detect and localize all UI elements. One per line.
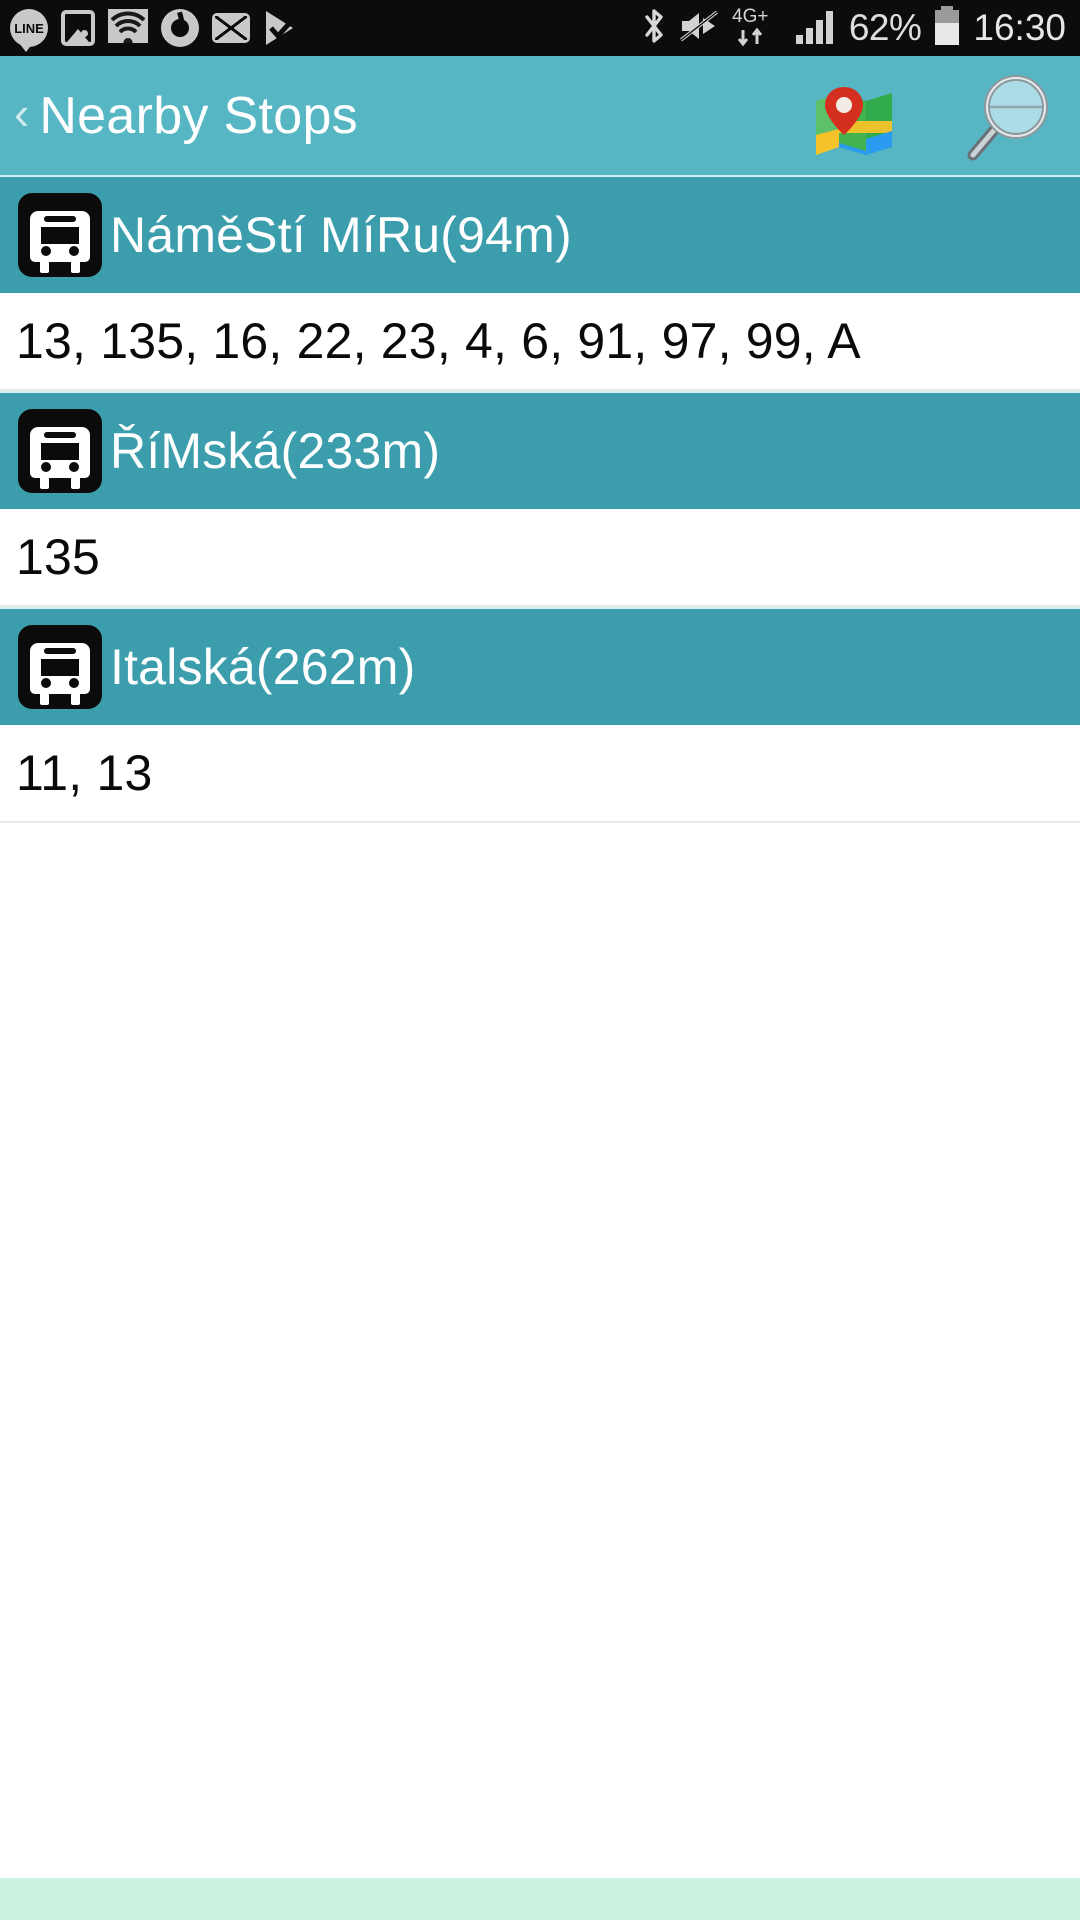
list-item-routes[interactable]: 11, 13 xyxy=(0,725,1080,823)
map-icon[interactable] xyxy=(812,73,898,159)
battery-icon xyxy=(932,5,962,52)
stop-name-label: NáměStí MíRu(94m) xyxy=(110,207,572,263)
mail-icon xyxy=(212,13,250,43)
bus-icon xyxy=(14,621,106,713)
list-item-stop-header[interactable]: NáměStí MíRu(94m) xyxy=(0,175,1080,293)
signal-bars-icon xyxy=(794,7,838,50)
list-item-routes[interactable]: 13, 135, 16, 22, 23, 4, 6, 91, 97, 99, A xyxy=(0,293,1080,391)
routes-label: 13, 135, 16, 22, 23, 4, 6, 91, 97, 99, A xyxy=(16,313,861,369)
app-screen: LINE 4G+ 62% 16:30 ‹ Nearby Stops NáměSt… xyxy=(0,0,1080,1920)
chrome-icon xyxy=(161,9,199,47)
back-button[interactable]: ‹ xyxy=(14,90,39,142)
nearby-stops-list: NáměStí MíRu(94m) 13, 135, 16, 22, 23, 4… xyxy=(0,175,1080,823)
bus-icon xyxy=(14,405,106,497)
mute-icon xyxy=(678,9,720,48)
status-bar-left-icons: LINE xyxy=(10,8,297,52)
stop-name-label: ŘíMská(233m) xyxy=(110,423,441,479)
page-title: Nearby Stops xyxy=(39,86,358,145)
app-bar: ‹ Nearby Stops xyxy=(0,56,1080,175)
gallery-icon xyxy=(61,10,95,46)
list-item-stop-header[interactable]: ŘíMská(233m) xyxy=(0,391,1080,509)
app-bar-actions xyxy=(812,69,1058,163)
list-item-routes[interactable]: 135 xyxy=(0,509,1080,607)
routes-label: 11, 13 xyxy=(16,745,153,801)
status-bar-right-icons: 4G+ 62% 16:30 xyxy=(641,4,1066,53)
list-item-stop-header[interactable]: Italská(262m) xyxy=(0,607,1080,725)
battery-percent-label: 62% xyxy=(848,7,922,48)
bottom-strip xyxy=(0,1878,1080,1920)
routes-label: 135 xyxy=(16,529,101,585)
bus-icon xyxy=(14,189,106,281)
status-bar: LINE 4G+ 62% 16:30 xyxy=(0,0,1080,56)
clock-label: 16:30 xyxy=(973,7,1066,48)
play-store-checkmark-icon xyxy=(263,9,297,47)
wifi-icon xyxy=(108,8,148,48)
network-4g-plus-icon: 4G+ xyxy=(731,4,783,53)
bluetooth-icon xyxy=(641,6,667,51)
svg-text:4G+: 4G+ xyxy=(732,6,768,27)
line-app-icon: LINE xyxy=(10,9,48,52)
search-icon[interactable] xyxy=(964,69,1058,163)
empty-list-area xyxy=(0,823,1080,1878)
stop-name-label: Italská(262m) xyxy=(110,639,416,695)
